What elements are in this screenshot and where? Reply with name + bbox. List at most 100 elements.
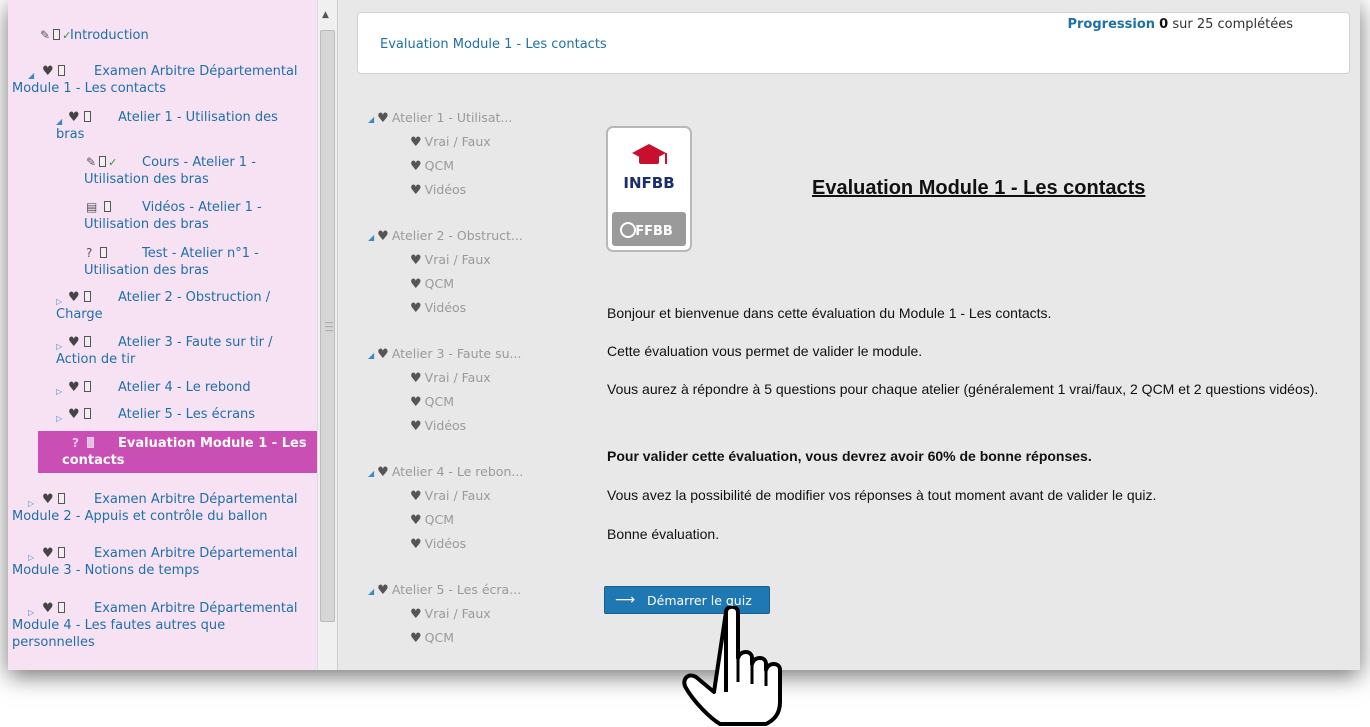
status-icon bbox=[57, 65, 65, 76]
map-pin-icon: ♥ bbox=[410, 537, 422, 552]
outline-sub-item[interactable]: ♥ Vidéos bbox=[410, 418, 466, 434]
outline-sub-label: QCM bbox=[424, 276, 455, 291]
app-window: ✎ ✓ Introduction ◢ ♥ Examen Arbitre Dépar… bbox=[8, 0, 1360, 670]
outline-sub-item[interactable]: ♥ Vrai / Faux bbox=[410, 370, 491, 386]
collapse-triangle-icon[interactable]: ▷ bbox=[28, 549, 34, 566]
expand-triangle-icon[interactable]: ◢ bbox=[28, 67, 34, 84]
scrollbar-grip-icon: ― ― ― bbox=[325, 318, 333, 335]
scrollbar-thumb[interactable]: ― ― ― bbox=[320, 30, 335, 622]
expand-triangle-icon[interactable]: ◢ bbox=[368, 587, 374, 596]
collapse-triangle-icon[interactable]: ▷ bbox=[28, 495, 34, 512]
expand-triangle-icon[interactable]: ◢ bbox=[368, 115, 374, 124]
sidebar-item-atelier-5[interactable]: ▷ ♥ Atelier 5 - Les écrans bbox=[8, 406, 317, 423]
status-icon bbox=[83, 408, 91, 419]
logo-ffbb-text: FFBB bbox=[635, 224, 673, 239]
collapse-triangle-icon[interactable]: ▷ bbox=[56, 410, 62, 427]
status-icon bbox=[104, 201, 112, 212]
course-sidebar: ✎ ✓ Introduction ◢ ♥ Examen Arbitre Dépar… bbox=[8, 0, 338, 670]
outline-atelier-1[interactable]: ◢ ♥ Atelier 1 - Utilisat... bbox=[368, 110, 512, 126]
sidebar-item-label-2: Charge bbox=[56, 307, 103, 322]
sidebar-item-atelier-1[interactable]: ◢ ♥ Atelier 1 - Utilisation des bras bbox=[8, 109, 317, 143]
outline-atelier-2[interactable]: ◢ ♥ Atelier 2 - Obstruct... bbox=[368, 228, 523, 244]
sidebar-item-label-2: Action de tir bbox=[56, 352, 136, 367]
map-pin-icon: ♥ bbox=[68, 110, 80, 125]
sidebar-item-atelier-4[interactable]: ▷ ♥ Atelier 4 - Le rebond bbox=[8, 379, 317, 396]
outline-sub-item[interactable]: ♥ Vrai / Faux bbox=[410, 606, 491, 622]
map-pin-icon: ♥ bbox=[42, 601, 54, 616]
sidebar-item-atelier-3[interactable]: ▷ ♥ Atelier 3 - Faute sur tir / Action d… bbox=[8, 334, 317, 368]
map-pin-icon: ♥ bbox=[68, 407, 80, 422]
intro-paragraph-2: Cette évaluation vous permet de valider … bbox=[607, 343, 923, 359]
sidebar-item-label: Atelier 1 - Utilisation des bbox=[118, 110, 278, 125]
status-icon bbox=[57, 602, 65, 613]
expand-triangle-icon[interactable]: ◢ bbox=[56, 113, 62, 130]
sidebar-item-label-2: bras bbox=[56, 127, 85, 142]
status-icon bbox=[83, 336, 91, 347]
outline-sub-item[interactable]: ♥ Vidéos bbox=[410, 536, 466, 552]
outline-atelier-5[interactable]: ◢ ♥ Atelier 5 - Les écra... bbox=[368, 582, 521, 598]
sidebar-item-label-2: Module 3 - Notions de temps bbox=[12, 563, 200, 578]
sidebar-item-module-4[interactable]: ▷ ♥ Examen Arbitre Départemental Module … bbox=[8, 600, 317, 651]
collapse-triangle-icon[interactable]: ▷ bbox=[56, 338, 62, 355]
course-tree: ✎ ✓ Introduction ◢ ♥ Examen Arbitre Dépar… bbox=[8, 0, 317, 670]
outline-sub-item[interactable]: ♥ QCM bbox=[410, 394, 454, 410]
map-pin-icon: ♥ bbox=[410, 277, 422, 292]
paperclip-icon: ✎ bbox=[86, 155, 97, 169]
sidebar-item-test-atelier-1[interactable]: ? Test - Atelier n°1 - Utilisation des b… bbox=[8, 245, 317, 279]
sidebar-item-label-2: Module 2 - Appuis et contrôle du ballon bbox=[12, 509, 268, 524]
map-pin-icon: ♥ bbox=[377, 347, 389, 362]
outline-atelier-4[interactable]: ◢ ♥ Atelier 4 - Le rebon... bbox=[368, 464, 523, 480]
paperclip-icon: ✎ bbox=[40, 28, 51, 42]
arrow-right-icon: ⟶ bbox=[615, 592, 636, 608]
sidebar-scrollbar[interactable]: ▲ ― ― ― bbox=[317, 0, 337, 670]
sidebar-item-module-3[interactable]: ▷ ♥ Examen Arbitre Départemental Module … bbox=[8, 545, 317, 579]
collapse-triangle-icon[interactable]: ▷ bbox=[56, 293, 62, 310]
expand-triangle-icon[interactable]: ◢ bbox=[368, 469, 374, 478]
outline-sub-label: QCM bbox=[424, 630, 455, 645]
map-pin-icon: ♥ bbox=[410, 631, 422, 646]
sidebar-item-label-3: personnelles bbox=[12, 635, 95, 650]
outline-sub-item[interactable]: ♥ Vrai / Faux bbox=[410, 488, 491, 504]
sidebar-item-label-2: contacts bbox=[62, 453, 125, 468]
outline-atelier-label: Atelier 2 - Obstruct... bbox=[391, 228, 523, 243]
sidebar-item-module-1[interactable]: ◢ ♥ Examen Arbitre Départemental Module … bbox=[8, 63, 317, 97]
outline-sub-item[interactable]: ♥ Vidéos bbox=[410, 182, 466, 198]
intro-paragraph-6: Bonne évaluation. bbox=[607, 526, 720, 542]
sidebar-item-evaluation-module-1[interactable]: ? Evaluation Module 1 - Les contacts bbox=[38, 431, 317, 473]
expand-triangle-icon[interactable]: ◢ bbox=[368, 233, 374, 242]
sidebar-item-videos-atelier-1[interactable]: ▤ Vidéos - Atelier 1 - Utilisation des b… bbox=[8, 199, 317, 233]
sidebar-item-label: Test - Atelier n°1 - bbox=[142, 246, 259, 261]
status-icon bbox=[99, 156, 107, 167]
outline-atelier-label: Atelier 4 - Le rebon... bbox=[391, 464, 524, 479]
check-icon: ✓ bbox=[62, 29, 72, 42]
infbb-ffbb-logo: INFBB FFBB bbox=[606, 126, 692, 252]
outline-sub-item[interactable]: ♥ Vidéos bbox=[410, 300, 466, 316]
outline-sub-item[interactable]: ♥ QCM bbox=[410, 158, 454, 174]
outline-sub-item[interactable]: ♥ QCM bbox=[410, 630, 454, 646]
map-pin-icon: ♥ bbox=[410, 371, 422, 386]
map-pin-icon: ♥ bbox=[68, 380, 80, 395]
sidebar-item-module-2[interactable]: ▷ ♥ Examen Arbitre Départemental Module … bbox=[8, 491, 317, 525]
intro-paragraph-4: Pour valider cette évaluation, vous devr… bbox=[607, 448, 1092, 464]
sidebar-item-label: Vidéos - Atelier 1 - bbox=[142, 200, 262, 215]
outline-sub-item[interactable]: ♥ QCM bbox=[410, 276, 454, 292]
collapse-triangle-icon[interactable]: ▷ bbox=[56, 383, 62, 400]
scroll-up-arrow-icon[interactable]: ▲ bbox=[322, 10, 329, 20]
collapse-triangle-icon[interactable]: ▷ bbox=[28, 604, 34, 621]
outline-sub-item[interactable]: ♥ QCM bbox=[410, 512, 454, 528]
sidebar-item-atelier-2[interactable]: ▷ ♥ Atelier 2 - Obstruction / Charge bbox=[8, 289, 317, 323]
sidebar-item-cours-atelier-1[interactable]: ✎ ✓ Cours - Atelier 1 - Utilisation des b… bbox=[8, 154, 317, 188]
sidebar-item-introduction[interactable]: ✎ ✓ Introduction bbox=[8, 27, 317, 44]
check-icon: ✓ bbox=[108, 156, 118, 169]
map-pin-icon: ♥ bbox=[410, 513, 422, 528]
status-icon bbox=[83, 111, 91, 122]
progress-indicator: Progression 0 sur 25 complétées bbox=[1067, 17, 1293, 32]
map-pin-icon: ♥ bbox=[377, 465, 389, 480]
outline-atelier-3[interactable]: ◢ ♥ Atelier 3 - Faute su... bbox=[368, 346, 521, 362]
expand-triangle-icon[interactable]: ◢ bbox=[368, 351, 374, 360]
outline-sub-item[interactable]: ♥ Vrai / Faux bbox=[410, 252, 491, 268]
outline-sub-item[interactable]: ♥ Vrai / Faux bbox=[410, 134, 491, 150]
outline-sub-label: Vrai / Faux bbox=[424, 488, 491, 503]
map-pin-icon: ♥ bbox=[377, 583, 389, 598]
question-icon: ? bbox=[86, 246, 93, 260]
